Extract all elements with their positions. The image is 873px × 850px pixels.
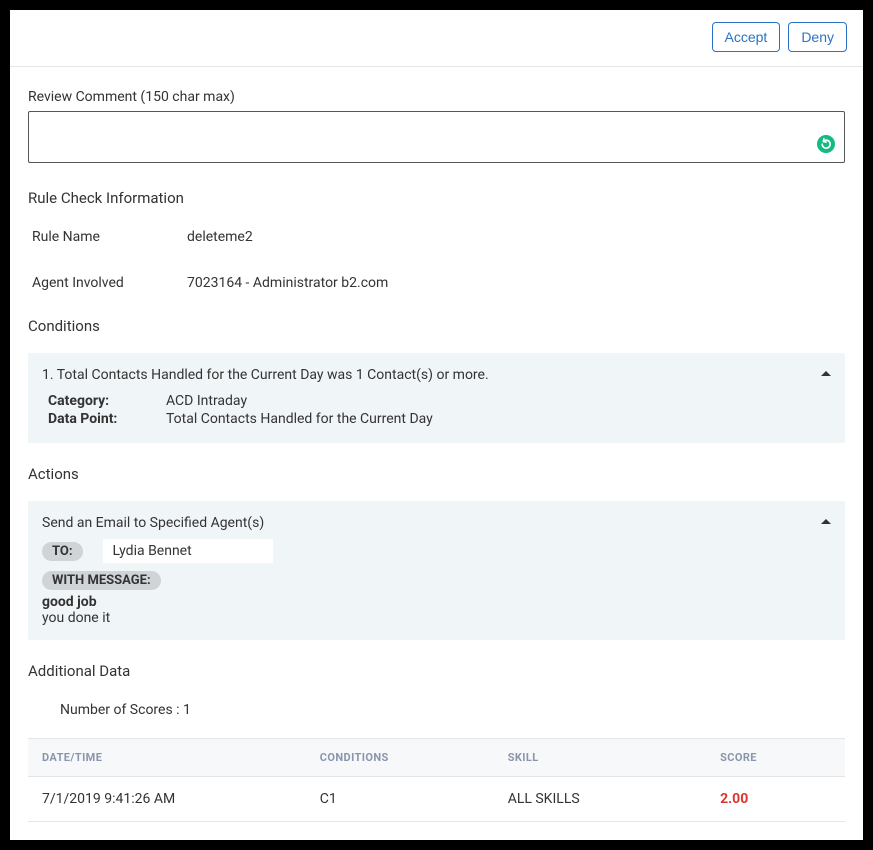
rule-name-value: deleteme2 (187, 229, 253, 245)
conditions-details: Category: ACD Intraday Data Point: Total… (42, 393, 831, 427)
content-area: Review Comment (150 char max) Rule Check… (10, 67, 863, 840)
datapoint-value: Total Contacts Handled for the Current D… (166, 411, 433, 427)
accept-button[interactable]: Accept (712, 22, 781, 52)
agent-involved-row: Agent Involved 7023164 - Administrator b… (28, 271, 845, 295)
col-header-datetime[interactable]: DATE/TIME (28, 739, 306, 777)
message-body: you done it (42, 610, 831, 626)
cell-skill: ALL SKILLS (494, 777, 706, 822)
rule-name-row: Rule Name deleteme2 (28, 225, 845, 249)
agent-involved-value: 7023164 - Administrator b2.com (187, 275, 388, 291)
col-header-conditions[interactable]: CONDITIONS (306, 739, 494, 777)
to-pill: TO: (42, 542, 83, 561)
caret-up-icon (821, 367, 831, 383)
dialog-page: Accept Deny Review Comment (150 char max… (10, 10, 863, 840)
rule-info-title: Rule Check Information (28, 189, 845, 207)
cell-datetime: 7/1/2019 9:41:26 AM (28, 777, 306, 822)
review-comment-box (28, 111, 845, 163)
table-row[interactable]: 7/1/2019 9:41:26 AM C1 ALL SKILLS 2.00 (28, 777, 845, 822)
recipient-box: Lydia Bennet (103, 539, 273, 563)
col-header-score[interactable]: SCORE (706, 739, 845, 777)
agent-involved-label: Agent Involved (32, 275, 187, 291)
scores-table: DATE/TIME CONDITIONS SKILL SCORE 7/1/201… (28, 738, 845, 822)
conditions-summary: 1. Total Contacts Handled for the Curren… (42, 367, 489, 383)
actions-title: Actions (28, 465, 845, 483)
category-value: ACD Intraday (166, 393, 247, 409)
rule-name-label: Rule Name (32, 229, 187, 245)
actions-panel: Send an Email to Specified Agent(s) TO: … (28, 501, 845, 640)
with-message-row: WITH MESSAGE: (42, 571, 831, 590)
conditions-title: Conditions (28, 317, 845, 335)
review-comment-input[interactable] (37, 118, 836, 156)
action-to-row: TO: Lydia Bennet (42, 539, 831, 563)
col-header-skill[interactable]: SKILL (494, 739, 706, 777)
review-comment-label: Review Comment (150 char max) (28, 89, 845, 105)
conditions-panel-head[interactable]: 1. Total Contacts Handled for the Curren… (42, 367, 831, 383)
additional-data-title: Additional Data (28, 662, 845, 680)
conditions-panel: 1. Total Contacts Handled for the Curren… (28, 353, 845, 443)
category-label: Category: (48, 393, 166, 409)
actions-panel-head[interactable]: Send an Email to Specified Agent(s) (42, 515, 831, 531)
score-value: 2.00 (720, 791, 748, 807)
grammarly-icon (816, 134, 836, 154)
cell-conditions: C1 (306, 777, 494, 822)
datapoint-label: Data Point: (48, 411, 166, 427)
number-of-scores: Number of Scores : 1 (28, 702, 845, 718)
deny-button[interactable]: Deny (788, 22, 847, 52)
caret-up-icon (821, 515, 831, 531)
with-message-pill: WITH MESSAGE: (42, 571, 161, 590)
header-bar: Accept Deny (10, 10, 863, 67)
message-subject: good job (42, 594, 831, 610)
cell-score: 2.00 (706, 777, 845, 822)
actions-summary: Send an Email to Specified Agent(s) (42, 515, 264, 531)
